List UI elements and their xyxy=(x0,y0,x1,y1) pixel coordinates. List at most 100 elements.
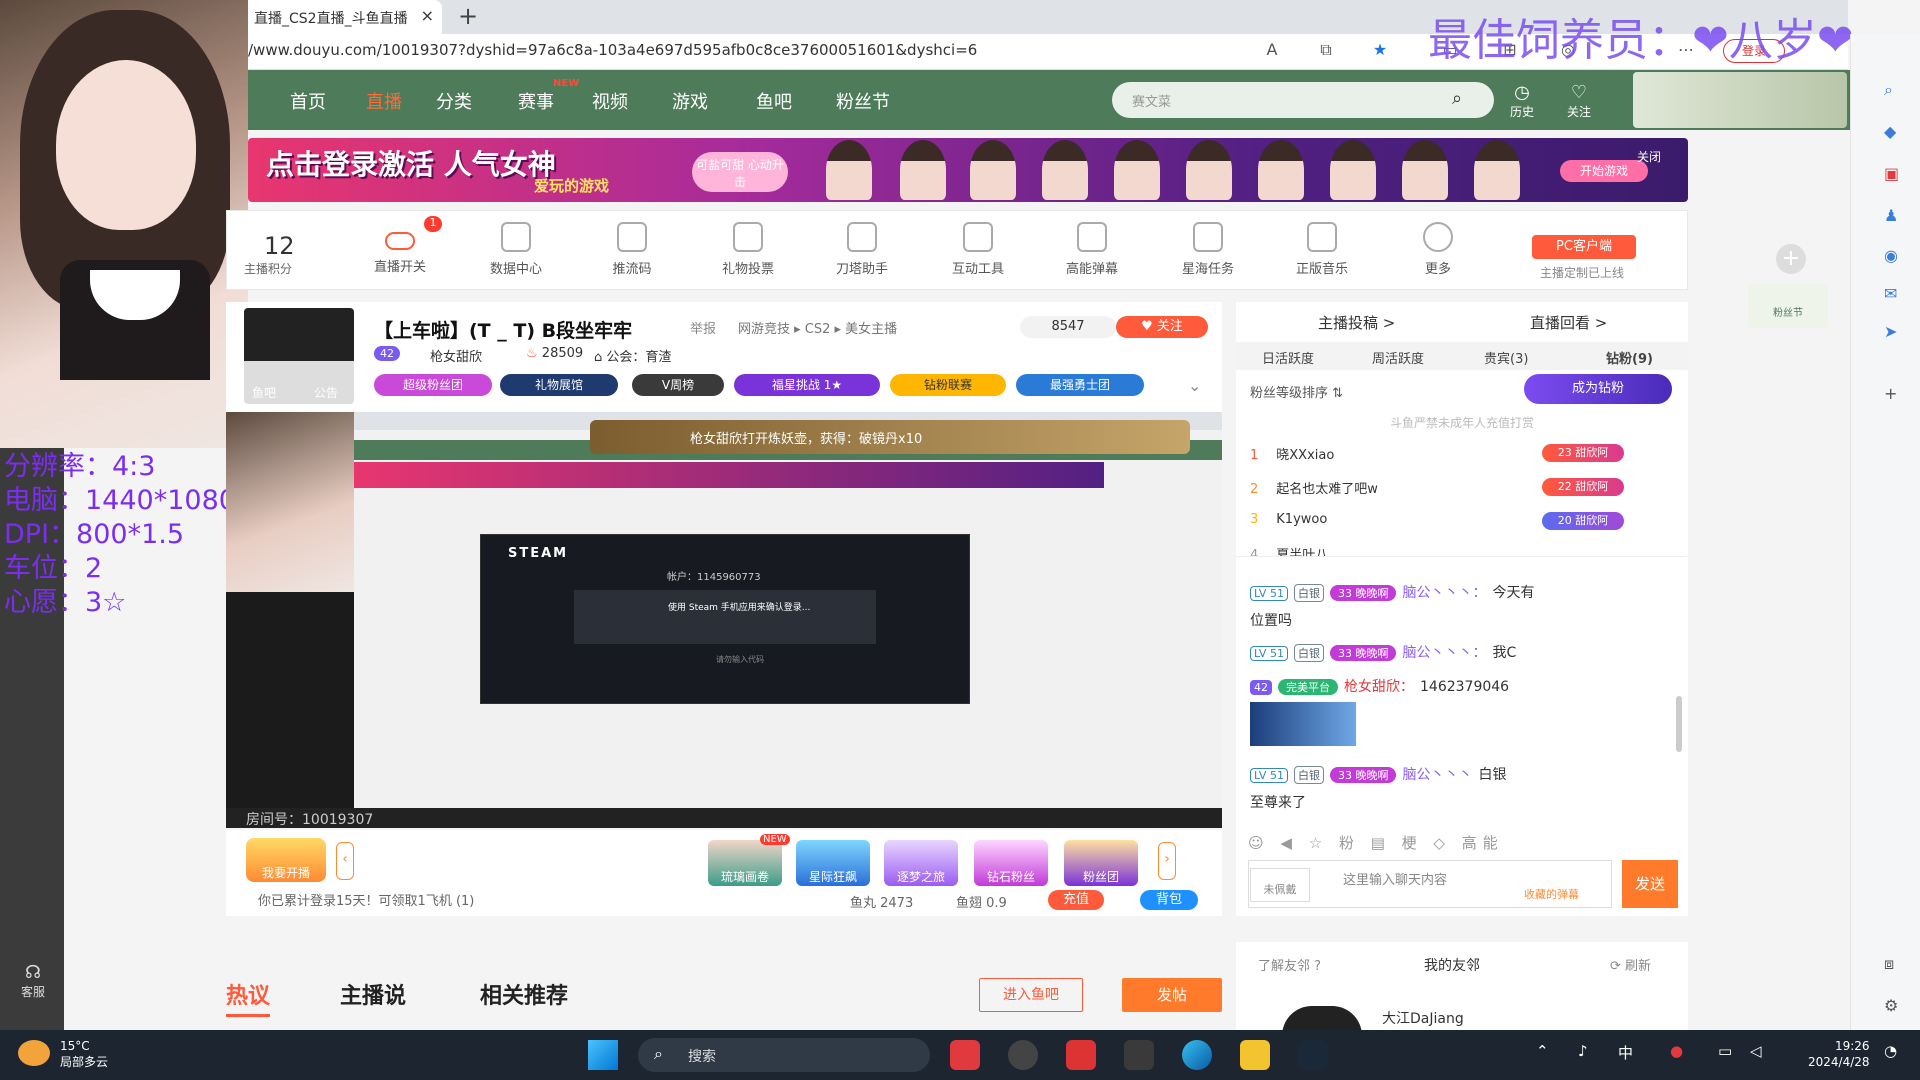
enter-fishbar-button[interactable]: 进入鱼吧 xyxy=(979,978,1083,1012)
weather-icon[interactable] xyxy=(18,1040,50,1066)
app-icon[interactable] xyxy=(1240,1040,1270,1070)
tool-more[interactable]: 更多 xyxy=(1388,222,1488,277)
edge-icon[interactable] xyxy=(1182,1040,1212,1070)
anchor-submission-link[interactable]: 主播投稿 > xyxy=(1318,312,1395,333)
gift-item[interactable]: 钻石粉丝 xyxy=(974,840,1048,886)
brand-ad-image[interactable] xyxy=(1633,72,1847,128)
settings-icon[interactable]: ⚙ xyxy=(1884,996,1898,1015)
add-icon[interactable]: + xyxy=(1776,244,1806,274)
post-button[interactable]: 发帖 xyxy=(1122,978,1222,1012)
follow-button[interactable]: ♥ 关注 xyxy=(1116,316,1208,338)
rank-tab-weekly[interactable]: 周活跃度 xyxy=(1372,348,1424,367)
tool-star-task[interactable]: 星海任务 xyxy=(1158,222,1258,277)
fan-festival-badge[interactable]: 粉丝节 xyxy=(1748,284,1828,328)
chat-user[interactable]: 脑公丶丶丶： xyxy=(1402,585,1486,601)
gift-item[interactable]: 逐梦之旅 xyxy=(884,840,958,886)
pill-brave-team[interactable]: 最强勇士团 xyxy=(1016,374,1144,396)
become-diamond-button[interactable]: 成为钻粉 xyxy=(1524,374,1672,404)
refresh-button[interactable]: ⟳ 刷新 xyxy=(1610,955,1651,974)
rank-tab-vip[interactable]: 贵宾(3) xyxy=(1484,348,1528,367)
browser-tab[interactable]: 直播_CS2直播_斗鱼直播 × xyxy=(248,0,442,34)
tag-icon[interactable]: ◆ xyxy=(1884,122,1896,141)
chat-message[interactable]: LV 51 白银 33 晚晚啊 脑公丶丶丶 白银 xyxy=(1250,764,1506,784)
start-stream-button[interactable]: 我要开播 xyxy=(246,838,326,882)
scroll-right-icon[interactable]: › xyxy=(1158,842,1176,880)
scroll-left-icon[interactable]: ‹ xyxy=(336,842,354,880)
app-icon[interactable] xyxy=(1124,1040,1154,1070)
rank-row[interactable]: 2 起名也太难了吧w xyxy=(1250,478,1378,497)
customer-service-button[interactable]: ☊ 客服 xyxy=(8,962,58,1000)
search-icon[interactable]: ⌕ xyxy=(1452,88,1462,109)
tool-gift-vote[interactable]: 礼物投票 xyxy=(698,222,798,277)
copilot-icon[interactable]: ◉ xyxy=(1884,246,1898,265)
login-reward-tip[interactable]: 你已累计登录15天！可领取1飞机 (1) xyxy=(258,890,474,909)
read-aloud-icon[interactable]: A xyxy=(1262,40,1282,60)
pill-v-weekly[interactable]: V周榜 xyxy=(632,374,724,396)
replay-link[interactable]: 直播回看 > xyxy=(1530,312,1607,333)
pill-gift-hall[interactable]: 礼物展馆 xyxy=(500,374,618,396)
nav-events[interactable]: 赛事 xyxy=(518,88,554,114)
category-breadcrumb[interactable]: 网游竞技 ▸ CS2 ▸ 美女主播 xyxy=(738,318,897,337)
send-button[interactable]: 发送 xyxy=(1622,860,1678,908)
nav-video[interactable]: 视频 xyxy=(592,88,628,114)
steam-icon[interactable] xyxy=(1298,1040,1328,1070)
notification-icon[interactable]: ◔ xyxy=(1884,1042,1897,1060)
add-icon[interactable]: + xyxy=(1884,384,1897,403)
nav-category[interactable]: 分类 xyxy=(436,88,472,114)
gift-item[interactable]: 星际狂飙 xyxy=(796,840,870,886)
screenshot-icon[interactable]: ⧈ xyxy=(1884,954,1894,974)
games-icon[interactable]: ♟ xyxy=(1884,206,1898,225)
send-icon[interactable]: ➤ xyxy=(1884,322,1897,341)
friend-name[interactable]: 大江DaJiang xyxy=(1382,1008,1464,1028)
backpack-button[interactable]: 背包 xyxy=(1140,890,1198,910)
tab-hot-discussion[interactable]: 热议 xyxy=(226,978,271,1017)
tool-dota-helper[interactable]: 刀塔助手 xyxy=(812,222,912,277)
app-tray-icon[interactable]: ● xyxy=(1670,1042,1683,1060)
nav-games[interactable]: 游戏 xyxy=(672,88,708,114)
app-icon[interactable] xyxy=(1066,1040,1096,1070)
fan-level-sort[interactable]: 粉丝等级排序 ⇅ xyxy=(1250,382,1343,401)
tool-data-center[interactable]: 数据中心 xyxy=(466,222,566,277)
rank-row[interactable]: 4 夏半叶八 xyxy=(1250,544,1328,556)
ime-indicator[interactable]: 中 xyxy=(1618,1042,1633,1063)
pc-client-button[interactable]: PC客户端 xyxy=(1532,235,1636,259)
pill-lucky-challenge[interactable]: 福星挑战 1★ xyxy=(734,374,880,396)
chat-user[interactable]: 脑公丶丶丶 xyxy=(1402,767,1472,783)
network-icon[interactable]: ▭ xyxy=(1718,1042,1732,1060)
favorite-star-icon[interactable]: ★ xyxy=(1370,40,1390,60)
tool-interaction[interactable]: 互动工具 xyxy=(928,222,1028,277)
clock[interactable]: 19:26 2024/4/28 xyxy=(1808,1038,1870,1070)
nav-live[interactable]: 直播 xyxy=(366,88,402,114)
gift-item[interactable]: 琉璃画卷 xyxy=(708,840,782,886)
nav-fan-festival[interactable]: 粉丝节 xyxy=(836,88,890,114)
chat-message[interactable]: LV 51 白银 33 晚晚啊 脑公丶丶丶： 我C xyxy=(1250,642,1516,662)
favorite-danmu-link[interactable]: 收藏的弹幕 xyxy=(1524,886,1579,902)
obs-icon[interactable] xyxy=(1008,1040,1038,1070)
weather-widget[interactable]: 15°C 局部多云 xyxy=(60,1038,108,1070)
chevron-up-icon[interactable]: ⌃ xyxy=(1536,1042,1549,1060)
report-link[interactable]: 举报 xyxy=(690,318,716,337)
search-icon[interactable]: ⌕ xyxy=(1884,80,1893,100)
rank-tab-diamond[interactable]: 钻粉(9) xyxy=(1606,348,1653,367)
toolbox-icon[interactable]: ▣ xyxy=(1884,164,1899,183)
chat-user[interactable]: 脑公丶丶丶： xyxy=(1402,645,1486,661)
streamer-name[interactable]: 枪女甜欣 xyxy=(430,346,482,365)
history-button[interactable]: ◷ 历史 xyxy=(1504,82,1540,120)
volume-icon[interactable]: ◁ xyxy=(1750,1042,1762,1060)
tool-high-energy-danmu[interactable]: 高能弹幕 xyxy=(1042,222,1142,277)
follow-list-button[interactable]: ♡ 关注 xyxy=(1561,82,1597,120)
recharge-button[interactable]: 充值 xyxy=(1048,890,1104,910)
chevron-down-icon[interactable]: ⌄ xyxy=(1188,376,1201,395)
avatar-tag-notice[interactable]: 公告 xyxy=(314,384,338,401)
pill-super-fan[interactable]: 超级粉丝团 xyxy=(374,374,492,396)
guild-info[interactable]: ⌂ 公会：育渣 xyxy=(594,346,671,365)
windows-start-icon[interactable] xyxy=(588,1040,618,1070)
chat-image[interactable] xyxy=(1250,702,1356,746)
url-text[interactable]: /www.douyu.com/10019307?dyshid=97a6c8a-1… xyxy=(248,41,977,59)
app-icon[interactable] xyxy=(950,1040,980,1070)
tool-music[interactable]: 正版音乐 xyxy=(1272,222,1372,277)
tool-stream-key[interactable]: 推流码 xyxy=(582,222,682,277)
new-tab-button[interactable]: + xyxy=(458,2,478,30)
app-icon[interactable]: ⧉ xyxy=(1316,40,1336,60)
rank-tab-daily[interactable]: 日活跃度 xyxy=(1262,348,1314,367)
